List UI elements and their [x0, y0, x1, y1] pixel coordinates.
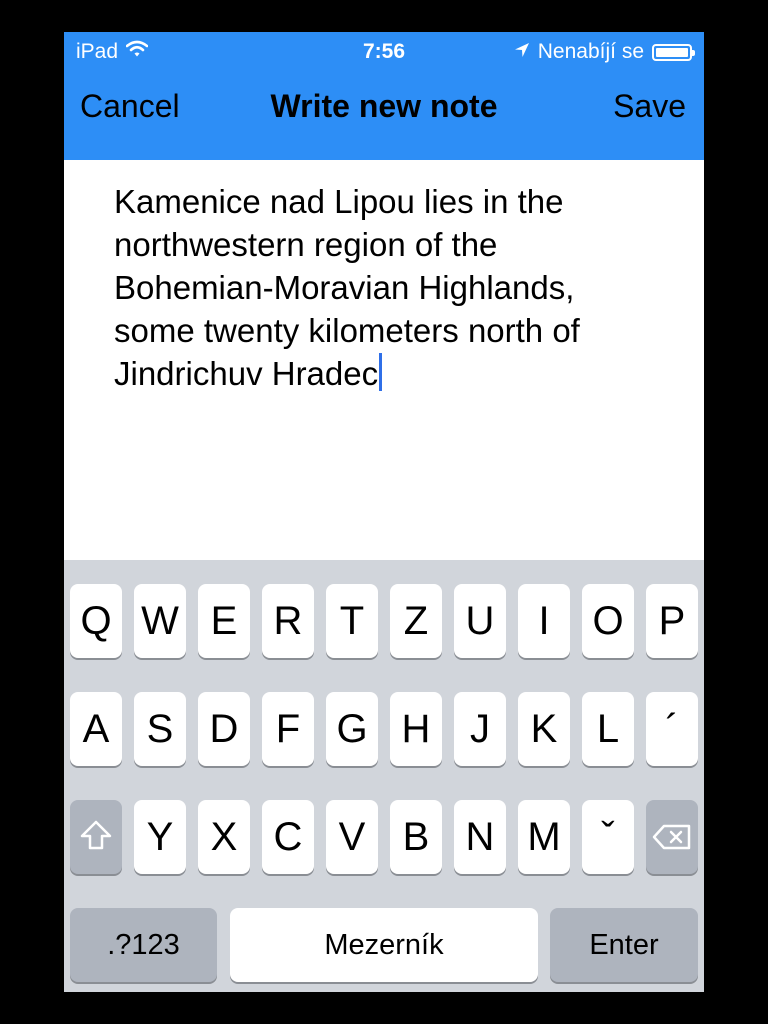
key-o[interactable]: O — [582, 584, 634, 658]
key-k[interactable]: K — [518, 692, 570, 766]
numbers-key[interactable]: .?123 — [70, 908, 217, 982]
key-b[interactable]: B — [390, 800, 442, 874]
key-q[interactable]: Q — [70, 584, 122, 658]
key-z[interactable]: Z — [390, 584, 442, 658]
keyboard: Q W E R T Z U I O P A S D F G H J K L ´ … — [64, 560, 704, 992]
key-e[interactable]: E — [198, 584, 250, 658]
screen: iPad 7:56 Nenabíjí se Cancel Write new n… — [64, 32, 704, 992]
backspace-key[interactable] — [646, 800, 698, 874]
key-c[interactable]: C — [262, 800, 314, 874]
page-title: Write new note — [270, 88, 498, 124]
note-text: Kamenice nad Lipou lies in the northwest… — [114, 183, 580, 392]
key-u[interactable]: U — [454, 584, 506, 658]
note-text-content[interactable]: Kamenice nad Lipou lies in the northwest… — [114, 180, 654, 395]
key-h[interactable]: H — [390, 692, 442, 766]
key-i[interactable]: I — [518, 584, 570, 658]
backspace-icon — [652, 815, 692, 860]
space-key[interactable]: Mezerník — [230, 908, 538, 982]
key-r[interactable]: R — [262, 584, 314, 658]
key-acute-accent[interactable]: ´ — [646, 692, 698, 766]
note-text-area[interactable]: Kamenice nad Lipou lies in the northwest… — [64, 160, 704, 560]
key-s[interactable]: S — [134, 692, 186, 766]
key-w[interactable]: W — [134, 584, 186, 658]
key-a[interactable]: A — [70, 692, 122, 766]
battery-icon — [652, 43, 695, 61]
save-button[interactable]: Save — [613, 90, 686, 122]
location-arrow-icon — [514, 40, 530, 64]
battery-status-text: Nenabíjí se — [537, 40, 644, 63]
key-d[interactable]: D — [198, 692, 250, 766]
key-v[interactable]: V — [326, 800, 378, 874]
key-m[interactable]: M — [518, 800, 570, 874]
enter-key[interactable]: Enter — [550, 908, 698, 982]
text-caret — [379, 353, 383, 391]
key-t[interactable]: T — [326, 584, 378, 658]
key-j[interactable]: J — [454, 692, 506, 766]
key-caron[interactable]: ˇ — [582, 800, 634, 874]
status-bar: iPad 7:56 Nenabíjí se — [64, 32, 704, 72]
key-g[interactable]: G — [326, 692, 378, 766]
key-p[interactable]: P — [646, 584, 698, 658]
key-x[interactable]: X — [198, 800, 250, 874]
key-n[interactable]: N — [454, 800, 506, 874]
key-l[interactable]: L — [582, 692, 634, 766]
key-f[interactable]: F — [262, 692, 314, 766]
key-y[interactable]: Y — [134, 800, 186, 874]
shift-key[interactable] — [70, 800, 122, 874]
shift-icon — [80, 815, 112, 860]
